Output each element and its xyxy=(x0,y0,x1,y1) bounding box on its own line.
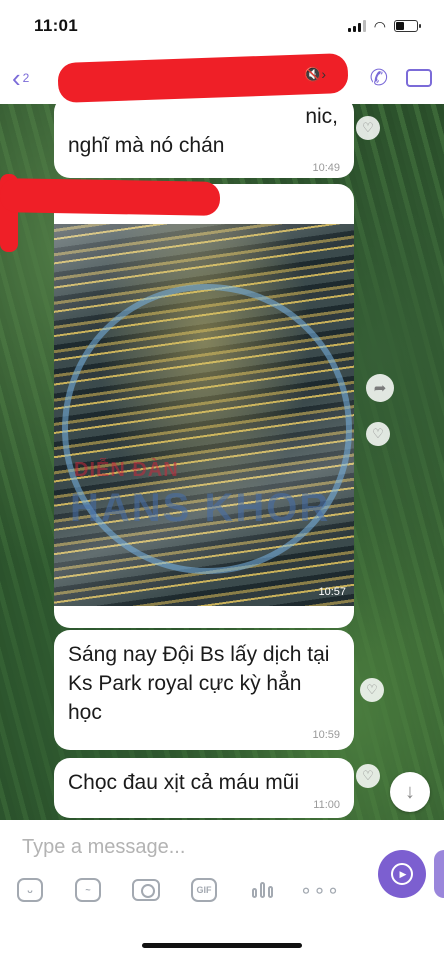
watermark-line1: DIỄN ĐÀN xyxy=(74,459,179,481)
sticker-button[interactable]: ᴗ xyxy=(16,876,44,904)
wifi-icon: ◠ xyxy=(373,17,386,34)
gif-icon: GIF xyxy=(191,878,217,902)
camera-button[interactable] xyxy=(132,876,160,904)
play-icon: ▶ xyxy=(391,863,413,885)
composer: ▶ ᴗ ~ GIF ∘∘∘ xyxy=(0,820,444,960)
like-heart-icon[interactable]: ♡ xyxy=(356,116,380,140)
watermark-line2: HANS KHOR xyxy=(70,486,331,530)
side-button-edge[interactable] xyxy=(434,850,444,898)
battery-icon xyxy=(394,20,421,32)
photo-attachment[interactable]: DIỄN ĐÀN HANS KHOR 10:57 xyxy=(54,224,354,606)
message-text-partial: nic, xyxy=(68,104,340,131)
status-bar: 11:01 ◠ xyxy=(0,0,444,52)
message-time: 10:57 xyxy=(318,586,346,598)
arrow-down-icon: ↓ xyxy=(405,780,415,803)
image-icon: ~ xyxy=(75,878,101,902)
home-indicator xyxy=(142,943,302,948)
chevron-left-icon: ‹ xyxy=(12,62,21,93)
voice-button[interactable] xyxy=(248,876,276,904)
chat-header: ‹ 2 🔇› ✆ xyxy=(0,52,444,104)
message-bubble[interactable]: Chọc đau xịt cả máu mũi 11:00 xyxy=(54,758,354,818)
chat-area[interactable]: nic, nghĩ mà nó chán 10:49 ♡ DIỄN ĐÀN HA… xyxy=(0,104,444,820)
unread-count: 2 xyxy=(22,71,30,85)
status-time: 11:01 xyxy=(34,16,79,35)
audio-bars-icon xyxy=(251,882,273,898)
back-button[interactable]: ‹ 2 xyxy=(12,63,52,94)
message-text: Sáng nay Đội Bs lấy dịch tại Ks Park roy… xyxy=(68,643,330,724)
redacted-sender-name xyxy=(0,178,221,216)
message-time: 10:49 xyxy=(312,162,340,174)
composer-toolbar: ᴗ ~ GIF ∘∘∘ xyxy=(16,876,340,904)
video-call-button[interactable] xyxy=(406,69,432,87)
message-partial-word: nic, xyxy=(305,105,338,128)
message-time: 10:59 xyxy=(312,729,340,741)
gallery-button[interactable]: ~ xyxy=(74,876,102,904)
more-dots-icon: ∘∘∘ xyxy=(299,879,341,902)
message-time: 11:00 xyxy=(313,799,340,811)
camera-icon xyxy=(132,879,160,901)
gif-button[interactable]: GIF xyxy=(190,876,218,904)
like-heart-icon[interactable]: ♡ xyxy=(356,764,380,788)
scroll-down-button[interactable]: ↓ xyxy=(390,772,430,812)
share-icon[interactable]: ➦ xyxy=(366,374,394,402)
message-bubble[interactable]: Sáng nay Đội Bs lấy dịch tại Ks Park roy… xyxy=(54,630,354,750)
message-text: nghĩ mà nó chán xyxy=(68,134,225,157)
message-bubble[interactable]: nic, nghĩ mà nó chán 10:49 xyxy=(54,104,354,178)
send-button[interactable]: ▶ xyxy=(378,850,426,898)
signal-icon xyxy=(347,20,366,32)
phone-call-button[interactable]: ✆ xyxy=(370,65,388,91)
message-text: Chọc đau xịt cả máu mũi xyxy=(68,771,300,794)
message-input[interactable] xyxy=(22,830,362,864)
more-button[interactable]: ∘∘∘ xyxy=(300,876,340,904)
image-message[interactable]: DIỄN ĐÀN HANS KHOR 10:57 xyxy=(54,184,354,628)
status-icons: ◠ xyxy=(347,17,421,35)
mute-icon: 🔇› xyxy=(304,66,327,82)
like-heart-icon[interactable]: ♡ xyxy=(360,678,384,702)
header-actions: ✆ xyxy=(370,65,432,91)
like-heart-icon[interactable]: ♡ xyxy=(366,422,390,446)
bear-sticker-icon: ᴗ xyxy=(17,878,43,902)
